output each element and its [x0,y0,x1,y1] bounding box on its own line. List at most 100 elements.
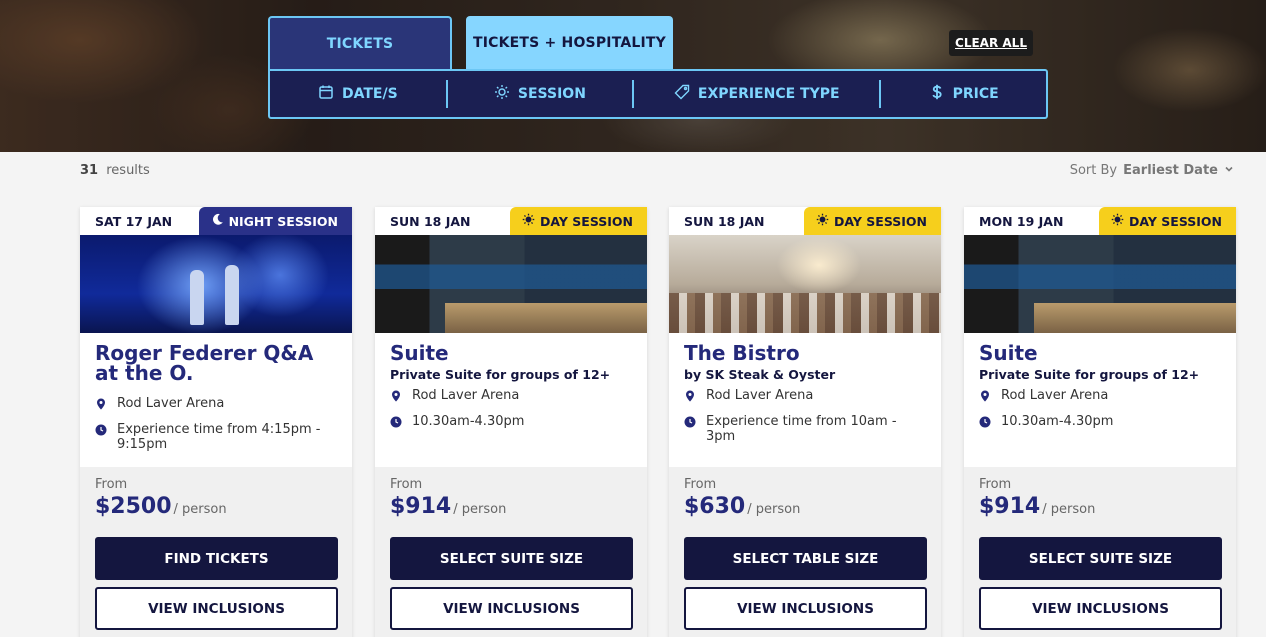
venue-info: Rod Laver Arena [979,388,1221,406]
venue-info: Rod Laver Arena [390,388,632,406]
time-info: 10.30am-4.30pm [979,414,1221,432]
card-title: Roger Federer Q&A at the O. [95,341,314,385]
from-label: From [95,477,128,492]
filter-dates-label: DATE/S [341,86,398,102]
location-pin-icon [979,388,991,406]
price-per: / person [173,502,227,517]
venue-text: Rod Laver Arena [706,388,814,403]
card-title: Suite [390,341,449,365]
price-amount: $914 [979,494,1041,519]
from-label: From [684,477,717,492]
card-image [80,235,352,333]
filter-bar: DATE/S SESSION EXPERIENCE TYPE PRICE [268,69,1048,119]
location-pin-icon [95,396,107,414]
experience-card: SUN 18 JAN DAY SESSION The Bistro by SK … [669,207,941,637]
price-per: / person [747,502,801,517]
price: $2500 / person [95,494,337,519]
tab-tickets[interactable]: TICKETS [268,16,452,70]
find-tickets-button[interactable]: FIND TICKETS [95,537,338,580]
clock-icon [979,414,991,432]
card-subtitle: by SK Steak & Oyster [684,367,836,382]
session-badge-label: DAY SESSION [540,213,633,229]
price: $914 / person [390,494,632,519]
sort-value: Earliest Date [1123,163,1218,178]
time-info: Experience time from 4:15pm - 9:15pm [95,422,337,452]
price: $914 / person [979,494,1221,519]
view-inclusions-button[interactable]: VIEW INCLUSIONS [684,587,927,630]
card-subtitle: Private Suite for groups of 12+ [390,367,611,382]
session-badge-label: DAY SESSION [1129,213,1222,229]
dollar-icon [929,84,945,104]
location-pin-icon [390,388,402,406]
sun-icon [494,84,510,104]
filter-price[interactable]: PRICE [881,71,1046,117]
filter-experience-type-label: EXPERIENCE TYPE [697,86,840,102]
card-date: SUN 18 JAN [390,213,471,229]
price-amount: $2500 [95,494,172,519]
card-date: MON 19 JAN [979,213,1064,229]
price-per: / person [1042,502,1096,517]
select-suite-size-button[interactable]: SELECT SUITE SIZE [390,537,633,580]
time-text: 10.30am-4.30pm [1001,414,1114,429]
results-label: results [106,163,150,178]
card-date: SUN 18 JAN [684,213,765,229]
from-label: From [390,477,423,492]
price-amount: $630 [684,494,746,519]
time-info: 10.30am-4.30pm [390,414,632,432]
venue-text: Rod Laver Arena [1001,388,1109,403]
card-image [964,235,1236,333]
view-inclusions-button[interactable]: VIEW INCLUSIONS [95,587,338,630]
filter-session[interactable]: SESSION [448,71,633,117]
calendar-icon [318,84,334,104]
session-badge: DAY SESSION [1099,207,1236,235]
sun-icon [1111,213,1124,229]
session-badge-label: DAY SESSION [834,213,927,229]
venue-info: Rod Laver Arena [684,388,926,406]
filter-experience-type[interactable]: EXPERIENCE TYPE [634,71,879,117]
clock-icon [684,414,696,432]
tag-icon [674,84,690,104]
session-badge: DAY SESSION [804,207,941,235]
session-badge: NIGHT SESSION [198,207,352,235]
price-amount: $914 [390,494,452,519]
from-label: From [979,477,1012,492]
experience-card: SAT 17 JAN NIGHT SESSION Roger Federer Q… [80,207,352,637]
session-badge: DAY SESSION [510,207,647,235]
card-subtitle: Private Suite for groups of 12+ [979,367,1200,382]
price: $630 / person [684,494,926,519]
filter-dates[interactable]: DATE/S [270,71,446,117]
sort-label: Sort By [1069,163,1118,178]
card-date: SAT 17 JAN [95,213,173,229]
select-table-size-button[interactable]: SELECT TABLE SIZE [684,537,927,580]
filter-price-label: PRICE [952,86,999,102]
view-inclusions-button[interactable]: VIEW INCLUSIONS [390,587,633,630]
time-text: 10.30am-4.30pm [412,414,525,429]
select-suite-size-button[interactable]: SELECT SUITE SIZE [979,537,1222,580]
sun-icon [816,213,829,229]
tab-tickets-hospitality[interactable]: TICKETS + HOSPITALITY [466,16,673,70]
results-number: 31 [80,163,99,178]
chevron-down-icon [1224,163,1234,178]
session-badge-label: NIGHT SESSION [228,213,338,229]
filter-session-label: SESSION [517,86,586,102]
price-per: / person [453,502,507,517]
venue-info: Rod Laver Arena [95,396,337,414]
time-text: Experience time from 10am - 3pm [706,414,897,444]
clock-icon [390,414,402,432]
moon-icon [211,213,224,229]
card-image [375,235,647,333]
card-image [669,235,941,333]
experience-card: SUN 18 JAN DAY SESSION Suite Private Sui… [375,207,647,637]
venue-text: Rod Laver Arena [117,396,225,411]
sort-dropdown[interactable]: Sort By Earliest Date [1070,163,1234,178]
time-text: Experience time from 4:15pm - 9:15pm [117,422,321,452]
view-inclusions-button[interactable]: VIEW INCLUSIONS [979,587,1222,630]
results-count: 31 results [80,163,150,178]
time-info: Experience time from 10am - 3pm [684,414,926,444]
card-title: Suite [979,341,1038,365]
experience-card: MON 19 JAN DAY SESSION Suite Private Sui… [964,207,1236,637]
clear-all-button[interactable]: CLEAR ALL [949,30,1033,56]
card-title: The Bistro [684,341,800,365]
sun-icon [522,213,535,229]
clock-icon [95,422,107,440]
